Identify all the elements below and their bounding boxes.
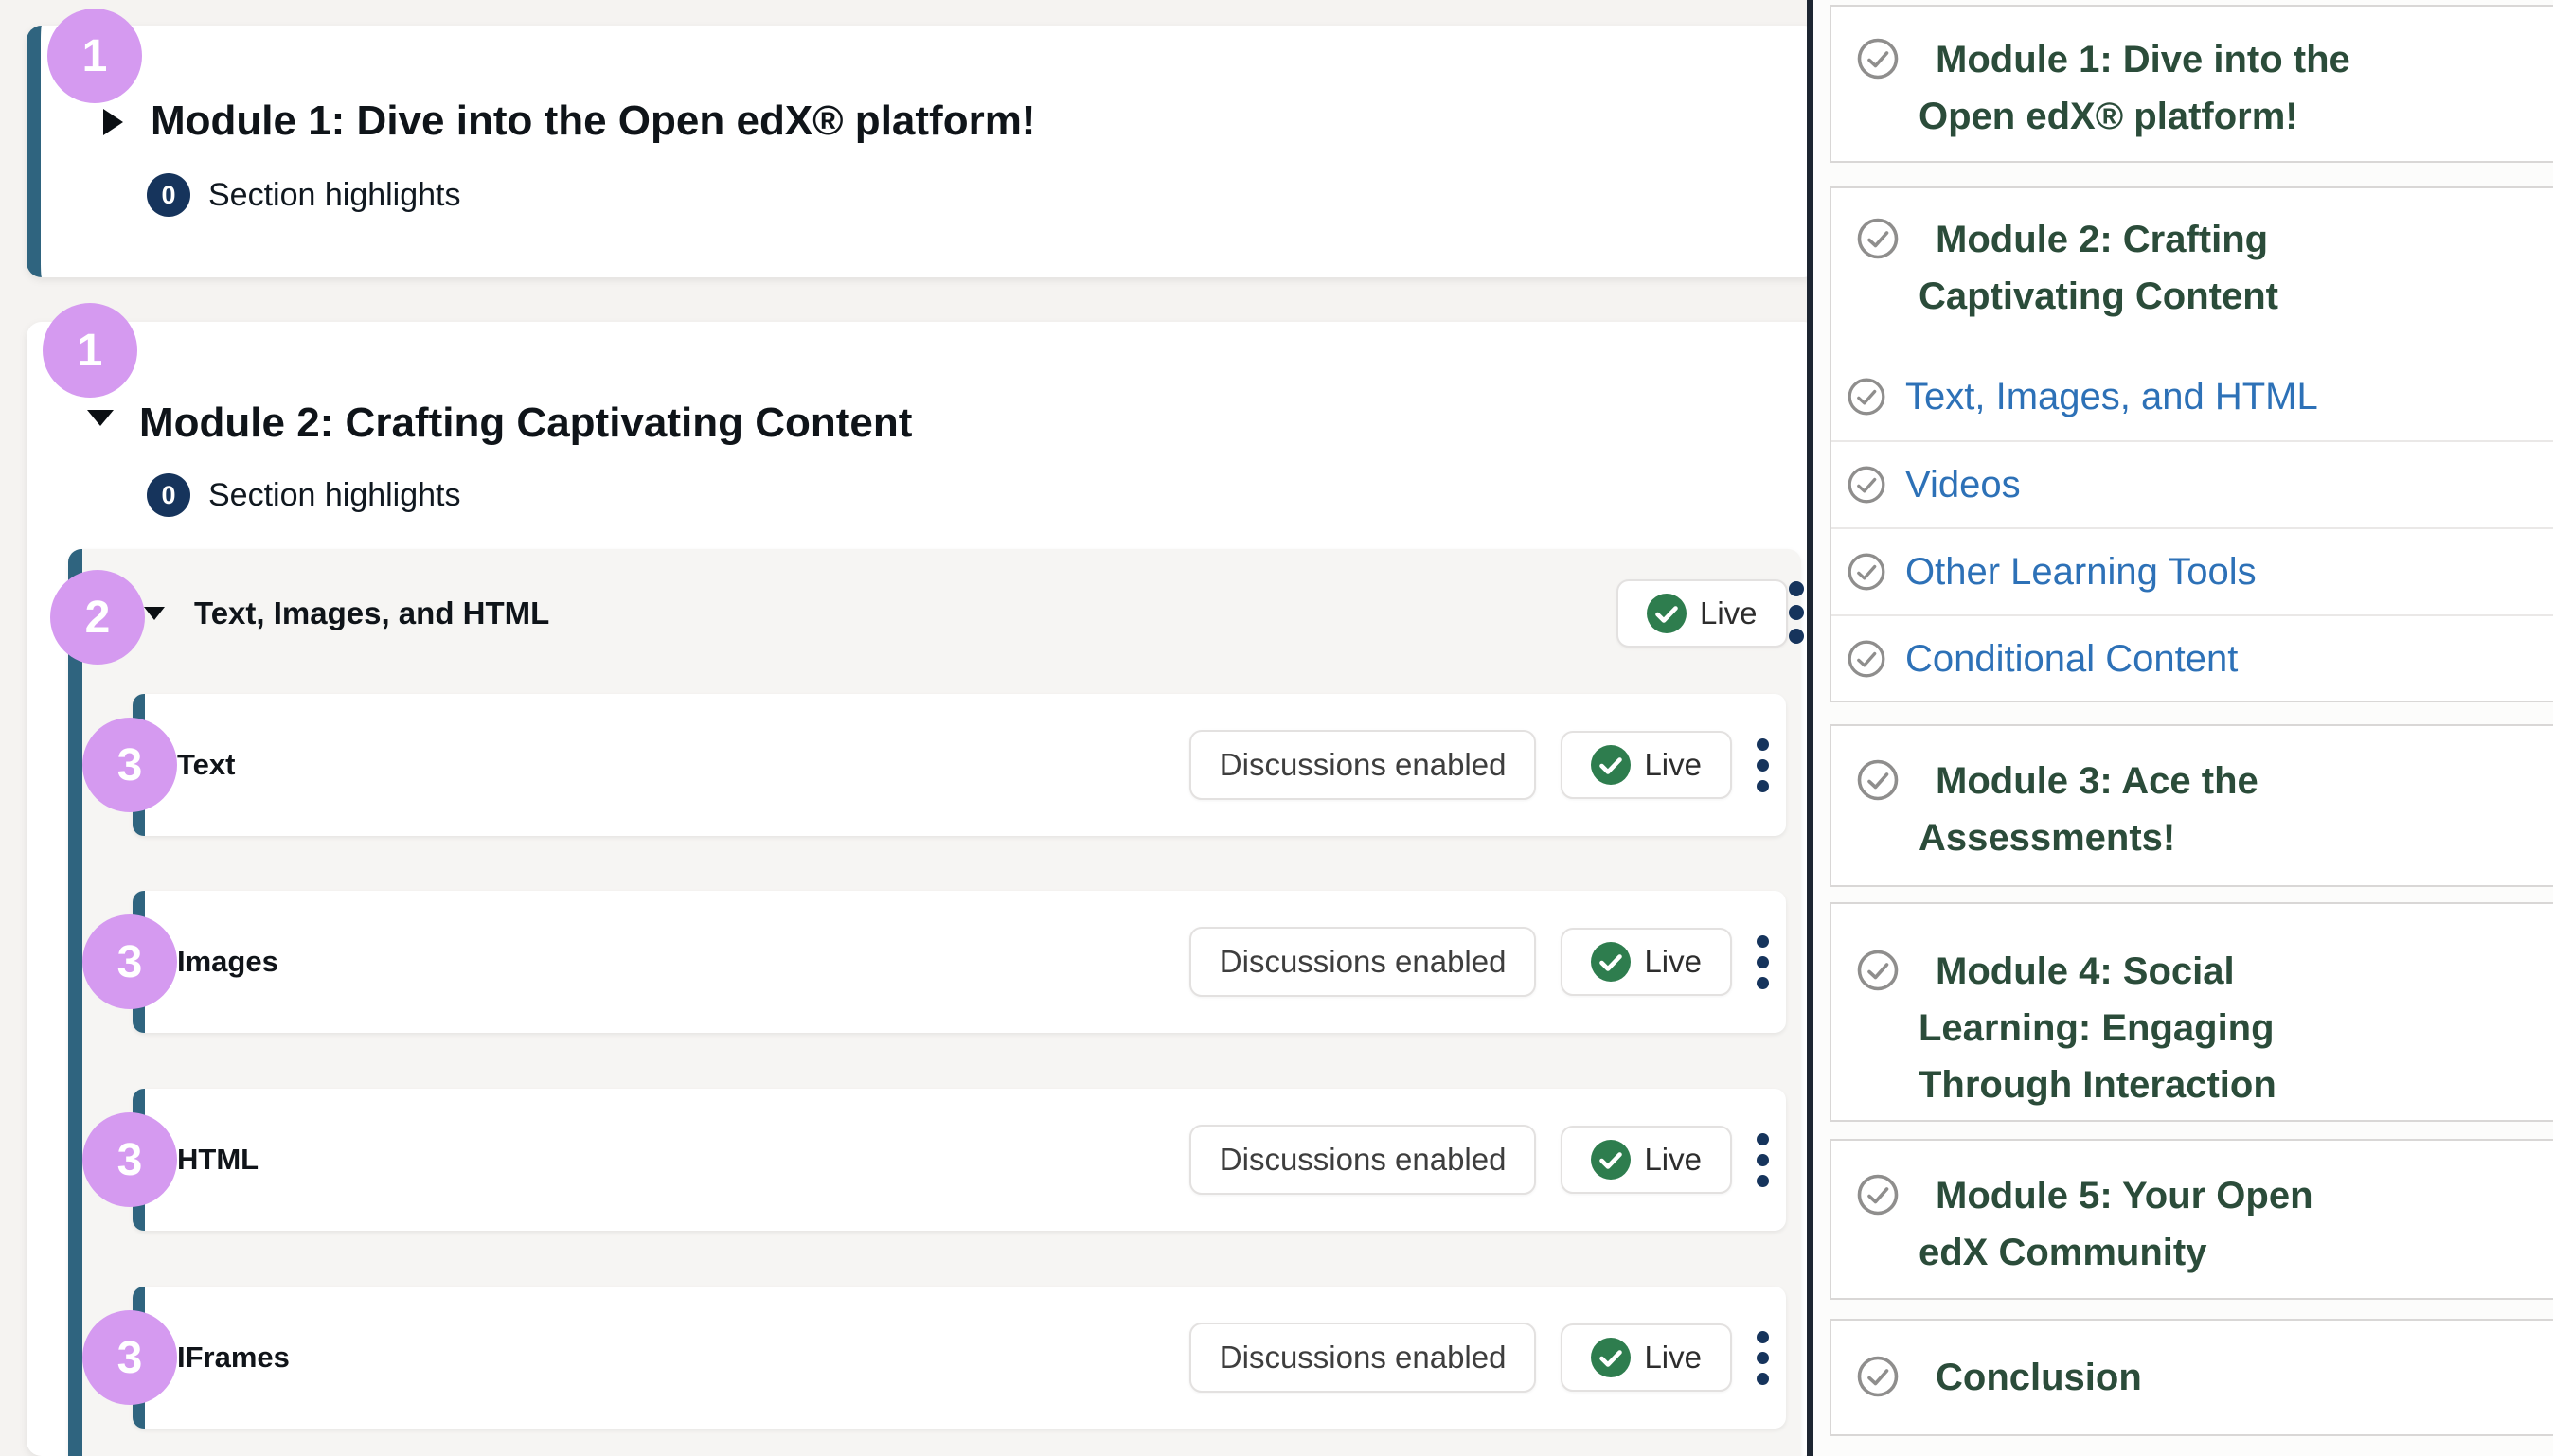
annotation-badge: 3: [82, 914, 177, 1009]
sidebar-card-module-2: Module 2: Crafting Captivating Content T…: [1830, 186, 2553, 702]
sidebar-item-module-3[interactable]: Module 3: Ace the Assessments!: [1831, 753, 2553, 866]
unit-card-iframes[interactable]: IFrames Discussions enabled Live: [133, 1287, 1786, 1429]
completion-check-icon: [1856, 217, 1900, 260]
discussions-enabled-badge: Discussions enabled: [1189, 1323, 1537, 1393]
kebab-menu-icon[interactable]: [1757, 738, 1769, 792]
discussions-enabled-label: Discussions enabled: [1220, 1142, 1507, 1178]
sidebar-link-other-learning-tools[interactable]: Other Learning Tools: [1831, 527, 2553, 614]
course-outline-panel: Module 1: Dive into the Open edX® platfo…: [0, 0, 1807, 1456]
completion-check-icon: [1856, 37, 1900, 80]
sidebar-link-label[interactable]: Conditional Content: [1905, 638, 2238, 681]
kebab-menu-icon[interactable]: [1757, 935, 1769, 989]
sidebar-link-label[interactable]: Other Learning Tools: [1905, 551, 2257, 594]
live-check-icon: [1591, 1140, 1631, 1180]
completion-check-icon: [1856, 949, 1900, 992]
highlights-label: Section highlights: [208, 477, 461, 514]
highlights-label: Section highlights: [208, 177, 461, 214]
sidebar-link-label[interactable]: Videos: [1905, 464, 2021, 506]
sidebar-card-module-4: Module 4: Social Learning: Engaging Thro…: [1830, 902, 2553, 1122]
live-status-label: Live: [1644, 1142, 1702, 1178]
kebab-menu-icon[interactable]: [1757, 1331, 1769, 1385]
completion-check-icon: [1847, 552, 1886, 592]
annotation-badge: 1: [43, 303, 137, 398]
live-check-icon: [1647, 594, 1687, 633]
collapse-caret-icon[interactable]: [144, 607, 165, 620]
kebab-menu-icon[interactable]: [1757, 1133, 1769, 1187]
sidebar-card-module-5: Module 5: Your Open edX Community: [1830, 1139, 2553, 1300]
sidebar-item-module-4[interactable]: Module 4: Social Learning: Engaging Thro…: [1831, 943, 2553, 1113]
sidebar-item-label: Module 1: Dive into the Open edX® platfo…: [1919, 31, 2449, 145]
live-status-badge: Live: [1561, 731, 1732, 799]
live-status-label: Live: [1644, 944, 1702, 980]
course-navigation-sidebar: Module 1: Dive into the Open edX® platfo…: [1813, 0, 2553, 1456]
completion-check-icon: [1847, 377, 1886, 417]
completion-check-icon: [1856, 758, 1900, 802]
sidebar-item-label: Module 4: Social Learning: Engaging Thro…: [1919, 943, 2449, 1113]
sidebar-card-module-1: Module 1: Dive into the Open edX® platfo…: [1830, 5, 2553, 163]
live-status-label: Live: [1644, 1340, 1702, 1376]
subsection-card: Text, Images, and HTML Live Text Discuss…: [68, 549, 1801, 1456]
live-check-icon: [1591, 1338, 1631, 1377]
live-check-icon: [1591, 745, 1631, 785]
unit-card-images[interactable]: Images Discussions enabled Live: [133, 891, 1786, 1033]
completion-check-icon: [1847, 639, 1886, 679]
sidebar-item-label: Module 3: Ace the Assessments!: [1919, 753, 2449, 866]
sidebar-item-label: Module 2: Crafting Captivating Content: [1919, 211, 2449, 325]
subsection-title: Text, Images, and HTML: [194, 593, 549, 634]
unit-title: Images: [177, 945, 278, 979]
live-status-label: Live: [1700, 595, 1758, 631]
discussions-enabled-badge: Discussions enabled: [1189, 1125, 1537, 1195]
live-status-badge: Live: [1561, 1323, 1732, 1392]
sidebar-link-videos[interactable]: Videos: [1831, 440, 2553, 527]
live-status-badge: Live: [1616, 579, 1788, 648]
discussions-enabled-label: Discussions enabled: [1220, 944, 1507, 980]
completion-check-icon: [1856, 1173, 1900, 1216]
live-status-label: Live: [1644, 747, 1702, 783]
sidebar-link-conditional-content[interactable]: Conditional Content: [1831, 614, 2553, 701]
unit-title: IFrames: [177, 1341, 290, 1375]
section-card-module-1: Module 1: Dive into the Open edX® platfo…: [27, 26, 1807, 277]
live-status-badge: Live: [1561, 1126, 1732, 1194]
sidebar-link-text-images-html[interactable]: Text, Images, and HTML: [1831, 353, 2553, 440]
highlights-count-badge: 0: [147, 173, 190, 217]
sidebar-item-label: Conclusion: [1919, 1349, 2449, 1406]
kebab-menu-icon[interactable]: [1789, 581, 1804, 644]
panel-divider: [1807, 0, 1813, 1456]
live-status-badge: Live: [1561, 928, 1732, 996]
section-card-module-2: Module 2: Crafting Captivating Content 0…: [27, 322, 1807, 1456]
unit-card-html[interactable]: HTML Discussions enabled Live: [133, 1089, 1786, 1231]
sidebar-item-module-5[interactable]: Module 5: Your Open edX Community: [1831, 1167, 2553, 1281]
sidebar-item-module-2[interactable]: Module 2: Crafting Captivating Content: [1831, 211, 2553, 325]
completion-check-icon: [1847, 465, 1886, 505]
annotation-badge: 2: [50, 570, 145, 665]
annotation-badge: 3: [82, 1112, 177, 1207]
sidebar-item-module-1[interactable]: Module 1: Dive into the Open edX® platfo…: [1831, 31, 2553, 145]
section-title: Module 1: Dive into the Open edX® platfo…: [151, 96, 1035, 147]
annotation-badge: 3: [82, 718, 177, 812]
sidebar-subsection-list: Text, Images, and HTML Videos Other Lear…: [1831, 353, 2553, 701]
unit-card-text[interactable]: Text Discussions enabled Live: [133, 694, 1786, 836]
section-highlights-button[interactable]: 0 Section highlights: [147, 173, 461, 217]
discussions-enabled-badge: Discussions enabled: [1189, 730, 1537, 800]
unit-title: HTML: [177, 1143, 259, 1177]
live-check-icon: [1591, 942, 1631, 982]
sidebar-item-label: Module 5: Your Open edX Community: [1919, 1167, 2449, 1281]
sidebar-item-conclusion[interactable]: Conclusion: [1831, 1349, 2553, 1406]
annotation-badge: 1: [47, 9, 142, 103]
collapse-caret-icon[interactable]: [87, 410, 114, 426]
discussions-enabled-badge: Discussions enabled: [1189, 927, 1537, 997]
section-title: Module 2: Crafting Captivating Content: [139, 398, 912, 449]
annotation-badge: 3: [82, 1310, 177, 1405]
highlights-count-badge: 0: [147, 473, 190, 517]
expand-caret-icon[interactable]: [103, 109, 123, 135]
sidebar-card-conclusion: Conclusion: [1830, 1319, 2553, 1436]
discussions-enabled-label: Discussions enabled: [1220, 747, 1507, 783]
discussions-enabled-label: Discussions enabled: [1220, 1340, 1507, 1376]
completion-check-icon: [1856, 1355, 1900, 1398]
section-highlights-button[interactable]: 0 Section highlights: [147, 473, 461, 517]
sidebar-card-module-3: Module 3: Ace the Assessments!: [1830, 724, 2553, 887]
unit-title: Text: [177, 748, 235, 782]
sidebar-link-label[interactable]: Text, Images, and HTML: [1905, 376, 2318, 418]
